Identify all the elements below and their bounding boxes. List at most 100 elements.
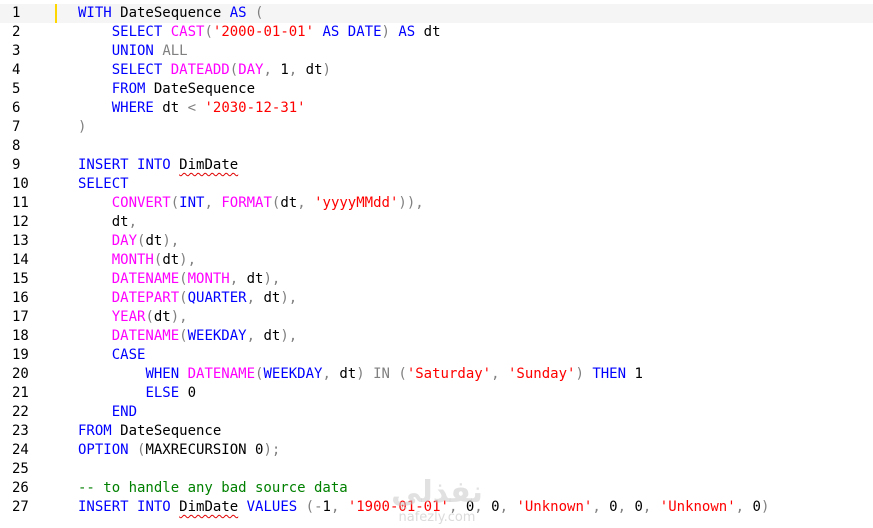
code-token: 0: [482, 499, 500, 515]
code-line[interactable]: 22 END: [0, 403, 873, 422]
code-token: 1: [626, 366, 643, 382]
code-line[interactable]: 11 CONVERT(INT, FORMAT(dt, 'yyyyMMdd')),: [0, 194, 873, 213]
code-token: FROM: [78, 423, 112, 439]
code-token: ,: [288, 328, 298, 344]
code-token: (: [398, 366, 407, 382]
code-line[interactable]: 13 DAY(dt),: [0, 232, 873, 251]
code-token: 0: [744, 499, 761, 515]
code-line[interactable]: 27 INSERT INTO DimDate VALUES (-1, '1900-…: [0, 498, 873, 517]
code-token: 1: [271, 62, 289, 78]
code-token: (: [229, 62, 239, 78]
code-token: 'Sunday': [508, 366, 576, 382]
line-number: 13: [12, 233, 29, 249]
code-token: ): [179, 252, 188, 268]
line-number: 2: [12, 24, 21, 40]
code-line[interactable]: 2 SELECT CAST('2000-01-01' AS DATE) AS d…: [0, 23, 873, 42]
code-token: dt: [330, 366, 357, 382]
code-token: (: [145, 309, 154, 325]
code-token: ,: [229, 271, 239, 287]
code-token: 'Unknown': [516, 499, 593, 515]
line-code: INSERT INTO DimDate: [78, 156, 238, 175]
line-number: 12: [12, 214, 29, 230]
code-line[interactable]: 21 ELSE 0: [0, 384, 873, 403]
code-token: dt: [78, 214, 129, 230]
line-code: FROM DateSequence: [78, 80, 255, 99]
code-line[interactable]: 24 OPTION (MAXRECURSION 0);: [0, 441, 873, 460]
code-token: dt: [153, 100, 188, 116]
code-token: ,: [491, 366, 500, 382]
code-token: ELSE: [145, 385, 180, 401]
code-line[interactable]: 10 SELECT: [0, 175, 873, 194]
code-token: dt: [153, 309, 171, 325]
code-token: ): [575, 366, 584, 382]
code-token: 'Unknown': [659, 499, 736, 515]
line-number: 26: [12, 480, 29, 496]
line-number: 16: [12, 290, 29, 306]
code-token: ): [381, 24, 390, 40]
code-token: ,: [474, 499, 483, 515]
line-code: -- to handle any bad source data: [78, 479, 348, 498]
code-line[interactable]: 26 -- to handle any bad source data: [0, 479, 873, 498]
code-token: ,: [128, 214, 138, 230]
code-line[interactable]: 4 SELECT DATEADD(DAY, 1, dt): [0, 61, 873, 80]
line-code: WHEN DATENAME(WEEKDAY, dt) IN ('Saturday…: [78, 365, 643, 384]
code-line[interactable]: 15 DATENAME(MONTH, dt),: [0, 270, 873, 289]
code-line[interactable]: 14 MONTH(dt),: [0, 251, 873, 270]
code-token: ,: [263, 62, 272, 78]
code-line[interactable]: 12 dt,: [0, 213, 873, 232]
line-code: WITH DateSequence AS (: [78, 4, 263, 23]
code-line[interactable]: 16 DATEPART(QUARTER, dt),: [0, 289, 873, 308]
code-token: 'Saturday': [406, 366, 492, 382]
code-token: ): [280, 328, 289, 344]
code-line[interactable]: 1 WITH DateSequence AS (: [0, 4, 873, 23]
code-token: CASE: [111, 347, 146, 363]
code-line[interactable]: 18 DATENAME(WEEKDAY, dt),: [0, 327, 873, 346]
code-token: ): [263, 271, 272, 287]
line-number: 27: [12, 499, 29, 515]
line-number: 19: [12, 347, 29, 363]
line-code: DAY(dt),: [78, 232, 179, 251]
code-line[interactable]: 9 INSERT INTO DimDate: [0, 156, 873, 175]
line-number: 15: [12, 271, 29, 287]
code-token: WITH: [78, 5, 112, 21]
line-code: DATENAME(WEEKDAY, dt),: [78, 327, 298, 346]
code-line[interactable]: 25: [0, 460, 873, 479]
code-token: SELECT: [78, 176, 129, 192]
code-line[interactable]: 17 YEAR(dt),: [0, 308, 873, 327]
line-code: INSERT INTO DimDate VALUES (-1, '1900-01…: [78, 498, 769, 517]
sql-query-editor[interactable]: 1 WITH DateSequence AS (2 SELECT CAST('20…: [0, 0, 873, 528]
code-token: DateSequence: [145, 81, 256, 97]
code-token: END: [111, 404, 138, 420]
code-line[interactable]: 19 CASE: [0, 346, 873, 365]
code-line[interactable]: 23 FROM DateSequence: [0, 422, 873, 441]
code-line[interactable]: 7): [0, 118, 873, 137]
code-token: (: [170, 195, 180, 211]
code-token: MONTH: [187, 271, 230, 287]
code-token: ,: [735, 499, 745, 515]
code-token: ,: [617, 499, 627, 515]
code-line[interactable]: 20 WHEN DATENAME(WEEKDAY, dt) IN ('Satur…: [0, 365, 873, 384]
code-token: DATEPART: [111, 290, 180, 306]
code-token: INTO: [137, 499, 171, 515]
code-line[interactable]: 6 WHERE dt < '2030-12-31': [0, 99, 873, 118]
code-token: dt: [238, 271, 264, 287]
code-token: dt: [255, 290, 281, 306]
code-token: ): [322, 62, 331, 78]
code-token: INT: [179, 195, 205, 211]
code-token: DATENAME: [187, 366, 256, 382]
code-line[interactable]: 5 FROM DateSequence: [0, 80, 873, 99]
code-line[interactable]: 3 UNION ALL: [0, 42, 873, 61]
code-line[interactable]: 8: [0, 137, 873, 156]
